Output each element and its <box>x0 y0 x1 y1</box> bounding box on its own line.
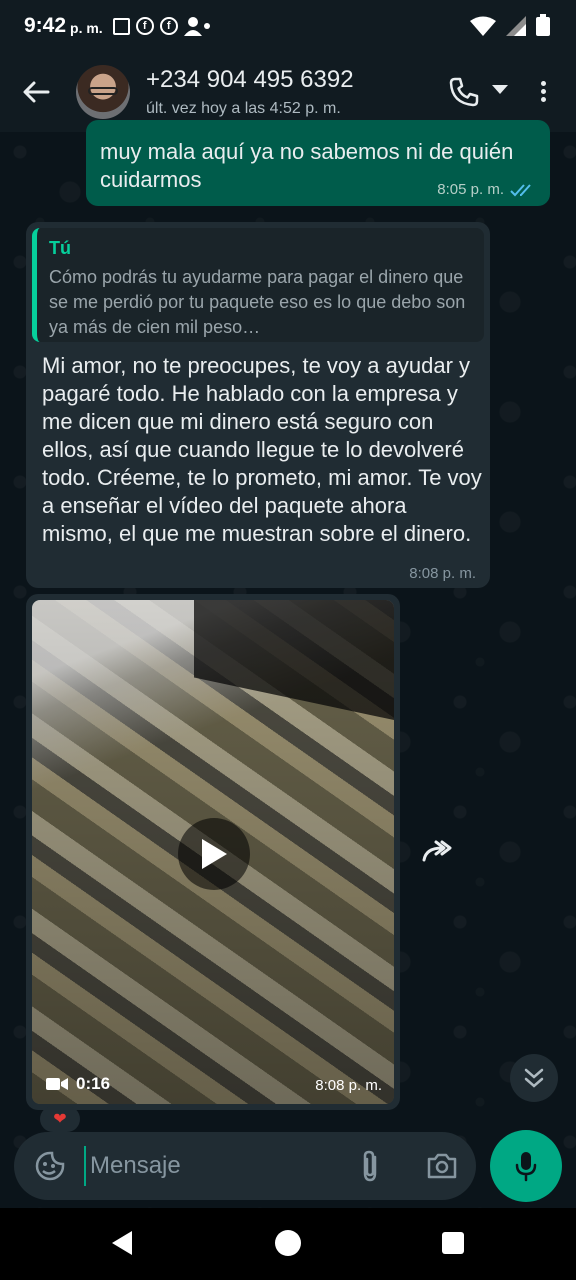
message-composer <box>14 1132 476 1200</box>
facebook-icon: f <box>159 17 178 35</box>
menu-dot <box>540 81 546 86</box>
heart-reaction[interactable]: ❤ <box>40 1106 80 1132</box>
system-navigation-bar <box>0 1208 576 1280</box>
more-options-button[interactable] <box>534 78 552 108</box>
status-time: 9:42 <box>24 14 67 37</box>
back-button[interactable] <box>16 72 56 112</box>
attach-button[interactable] <box>354 1148 386 1184</box>
phone-icon <box>449 77 479 107</box>
double-check-icon <box>510 183 531 196</box>
menu-dot <box>540 97 546 102</box>
forward-button[interactable] <box>410 826 462 878</box>
video-message[interactable]: 0:16 8:08 p. m. <box>26 594 400 1110</box>
message-input[interactable] <box>84 1146 334 1186</box>
microphone-icon <box>515 1152 537 1182</box>
double-chevron-down-icon <box>524 1068 544 1088</box>
triangle-back-icon <box>112 1231 132 1255</box>
incoming-reply-message[interactable]: Tú Cómo podrás tu ayudarme para pagar el… <box>26 222 490 588</box>
camera-icon <box>427 1153 457 1179</box>
forward-icon <box>422 840 452 862</box>
menu-dot <box>540 89 546 94</box>
signal-icon <box>506 16 526 36</box>
avatar-glasses <box>88 87 118 95</box>
outgoing-message-meta: 8:05 p. m. <box>437 181 536 198</box>
nav-home-button[interactable] <box>275 1230 301 1256</box>
sticker-icon <box>35 1151 65 1181</box>
contact-avatar[interactable] <box>76 65 130 119</box>
last-seen-status: últ. vez hoy a las 4:52 p. m. <box>146 100 341 117</box>
caret-down-icon <box>492 85 508 94</box>
message-input-bar <box>0 1130 576 1208</box>
camera-button[interactable] <box>424 1148 460 1184</box>
scroll-to-bottom-button[interactable] <box>510 1054 558 1102</box>
play-button[interactable] <box>178 818 250 890</box>
video-thumbnail[interactable]: 0:16 8:08 p. m. <box>32 600 394 1104</box>
quoted-message[interactable]: Tú Cómo podrás tu ayudarme para pagar el… <box>32 228 484 342</box>
incoming-message-time: 8:08 p. m. <box>409 565 476 582</box>
system-icons <box>470 14 550 36</box>
video-camera-icon <box>46 1078 68 1090</box>
contact-info[interactable]: +234 904 495 6392 últ. vez hoy a las 4:5… <box>146 66 354 118</box>
video-message-time: 8:08 p. m. <box>315 1077 382 1094</box>
contact-name: +234 904 495 6392 <box>146 66 354 93</box>
nav-back-button[interactable] <box>110 1230 134 1261</box>
paperclip-icon <box>363 1150 377 1182</box>
arrow-left-icon <box>23 81 50 103</box>
outgoing-message[interactable]: muy mala aquí ya no sabemos ni de quién … <box>86 120 550 206</box>
status-ampm: p. m. <box>70 20 103 36</box>
incoming-message-text: Mi amor, no te preocupes, te voy a ayuda… <box>42 353 482 546</box>
wifi-icon <box>470 16 496 36</box>
call-options-button[interactable] <box>492 82 508 100</box>
qr-icon <box>112 17 130 35</box>
facebook-icon: f <box>135 17 154 35</box>
quoted-text: Cómo podrás tu ayudarme para pagar el di… <box>49 267 466 337</box>
voice-call-button[interactable] <box>448 76 484 112</box>
video-duration: 0:16 <box>46 1074 110 1094</box>
outgoing-message-time: 8:05 p. m. <box>437 181 504 198</box>
play-icon <box>202 839 227 869</box>
voice-record-button[interactable] <box>490 1130 562 1202</box>
emoji-button[interactable] <box>32 1148 68 1184</box>
status-bar: 9:42 p. m. f f <box>0 0 576 52</box>
nav-recents-button[interactable] <box>442 1232 464 1254</box>
video-duration-text: 0:16 <box>76 1074 111 1093</box>
notification-icons: f f <box>112 16 212 36</box>
person-add-icon <box>183 17 210 36</box>
quoted-author: Tú <box>49 238 71 258</box>
battery-icon <box>536 14 550 36</box>
